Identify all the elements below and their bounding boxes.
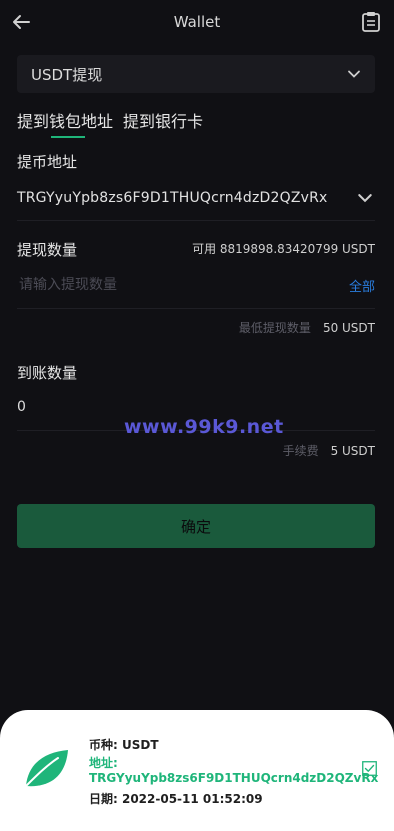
address-selector[interactable]: TRGYyuYpb8zs6F9D1THUQcrn4dzD2QZvRx xyxy=(17,176,375,221)
available-balance: 可用 8819898.83420799 USDT xyxy=(192,242,375,256)
currency-select[interactable]: USDT提现 xyxy=(17,55,375,93)
watermark-text: www.99k9.net xyxy=(124,416,284,438)
amount-label: 提现数量 xyxy=(17,241,78,259)
fee-info: 手续费 5 USDT xyxy=(283,442,375,459)
fee-label: 手续费 xyxy=(282,444,319,458)
address-label: 提币地址 xyxy=(17,153,78,171)
app-header: Wallet xyxy=(0,0,394,44)
toast-address-label: 地址: xyxy=(89,756,118,770)
fee-value: 5 USDT xyxy=(330,444,375,458)
toast-currency: 币种: USDT xyxy=(89,738,159,752)
tab-wallet-address[interactable]: 提到钱包地址 xyxy=(17,108,113,138)
tab-bank-card[interactable]: 提到银行卡 xyxy=(123,108,203,138)
amount-input[interactable] xyxy=(17,276,349,294)
chevron-down-icon xyxy=(358,194,372,203)
address-value: TRGYyuYpb8zs6F9D1THUQcrn4dzD2QZvRx xyxy=(17,190,328,206)
chevron-down-icon xyxy=(348,70,360,78)
arrow-left-icon[interactable] xyxy=(10,11,32,33)
arrival-value: 0 xyxy=(17,399,26,415)
toast-date: 日期: 2022-05-11 01:52:09 xyxy=(89,792,263,806)
confirm-button[interactable]: 确定 xyxy=(17,504,375,548)
min-withdraw-value: 50 USDT xyxy=(322,321,375,335)
notification-toast: 币种: USDT 地址: TRGYyuYpb8zs6F9D1THUQcrn4dz… xyxy=(0,710,394,831)
clipboard-icon[interactable] xyxy=(361,11,381,33)
currency-select-value: USDT提现 xyxy=(31,65,103,84)
amount-row: 全部 xyxy=(17,262,375,309)
withdraw-tabs: 提到钱包地址 提到银行卡 xyxy=(17,108,203,138)
all-button[interactable]: 全部 xyxy=(349,276,375,295)
page-title: Wallet xyxy=(173,13,221,31)
arrival-label: 到账数量 xyxy=(17,364,78,382)
min-withdraw-label: 最低提现数量 xyxy=(238,321,311,335)
checkbox-checked-icon[interactable] xyxy=(362,761,377,776)
toast-address-value: TRGYyuYpb8zs6F9D1THUQcrn4dzD2QZvRx xyxy=(89,771,379,785)
min-withdraw-info: 最低提现数量 50 USDT xyxy=(239,319,375,336)
leaf-icon xyxy=(25,750,68,787)
